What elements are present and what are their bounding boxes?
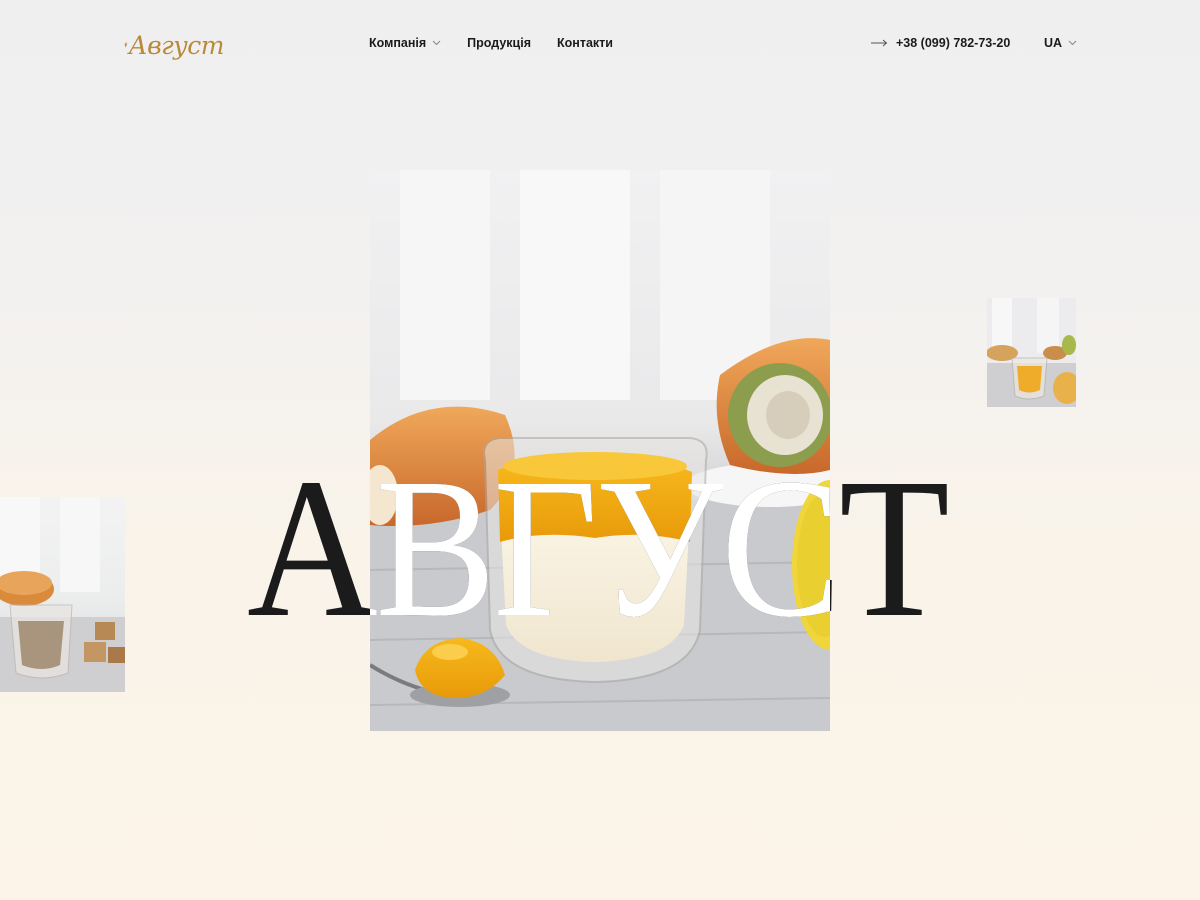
main-nav: Компанія Продукція Контакти bbox=[369, 36, 613, 50]
hero-title: АВГУСТ АВГУСТ bbox=[245, 438, 955, 659]
chevron-down-icon bbox=[1068, 40, 1077, 46]
arrow-right-icon bbox=[871, 39, 888, 47]
nav-item-products[interactable]: Продукція bbox=[467, 36, 531, 50]
language-label: UA bbox=[1044, 36, 1063, 50]
phone-number: +38 (099) 782-73-20 bbox=[896, 36, 1011, 50]
logo-wordmark: Август bbox=[128, 30, 225, 60]
language-selector[interactable]: UA bbox=[1044, 36, 1077, 50]
logo[interactable]: Август bbox=[124, 26, 225, 64]
nav-item-label: Компанія bbox=[369, 36, 427, 50]
wheat-ear-icon bbox=[124, 42, 128, 48]
chevron-down-icon bbox=[432, 40, 441, 46]
product-photo-left bbox=[0, 497, 125, 692]
nav-item-contacts[interactable]: Контакти bbox=[557, 36, 613, 50]
product-photo-right bbox=[987, 298, 1076, 407]
phone-link[interactable]: +38 (099) 782-73-20 bbox=[871, 36, 1010, 50]
nav-item-label: Контакти bbox=[557, 36, 613, 50]
nav-item-label: Продукція bbox=[467, 36, 532, 50]
nav-item-company[interactable]: Компанія bbox=[369, 36, 441, 50]
site-header: Август Компанія Продукція Контакти +38 (… bbox=[0, 0, 1200, 90]
